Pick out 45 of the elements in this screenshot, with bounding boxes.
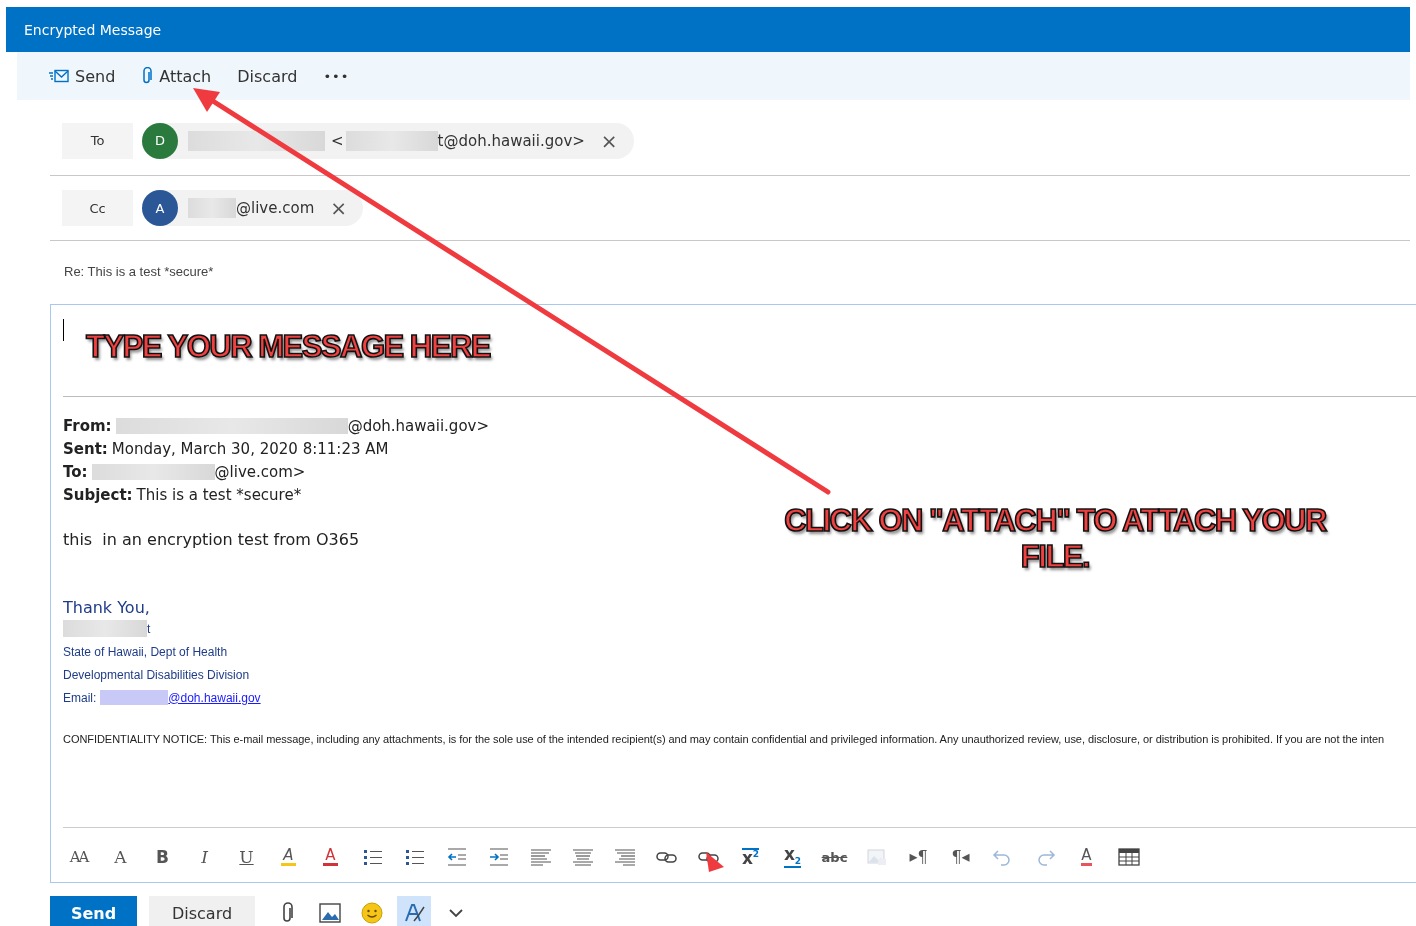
attach-button[interactable]: Attach [141, 62, 224, 90]
signature-label: Email: [63, 690, 97, 705]
annotation-arrow [706, 852, 724, 872]
header-label: From: [63, 416, 112, 435]
text-cursor [63, 319, 64, 341]
recipient-chip[interactable]: D < t@doh.hawaii.gov> × [142, 122, 634, 159]
send-button[interactable]: Send [49, 62, 128, 90]
header-label: Subject: [63, 485, 133, 504]
recipient-chip[interactable]: A @live.com × [142, 190, 363, 226]
remove-button[interactable]: × [328, 196, 349, 220]
header-value: Monday, March 30, 2020 8:11:23 AM [111, 439, 389, 458]
email-address: @live.com [236, 199, 315, 217]
avatar-initial: D [142, 122, 178, 159]
discard-button[interactable]: Discard [237, 62, 310, 90]
header-value: @doh.hawaii.gov> [347, 416, 489, 435]
signature-text: State of Hawaii, Dept of Health [63, 644, 228, 659]
annotation-text: TYPE YOUR MESSAGE HERE [86, 329, 490, 365]
paperclip-icon [141, 67, 154, 85]
annotation-text: CLICK ON "ATTACH" TO ATTACH YOUR FILE. [783, 503, 1328, 575]
message-editor[interactable] [50, 304, 1416, 883]
subject-line: Re: This is a test *secure* [64, 264, 215, 281]
redaction-bar [100, 690, 169, 705]
header-value: This is a test *secure* [136, 485, 302, 504]
email-address: t@doh.hawaii.gov> [437, 131, 585, 150]
discard-button[interactable]: Discard [149, 896, 255, 926]
header-label: Sent: [63, 439, 108, 458]
header-label: To: [63, 462, 88, 481]
recipient-field-button[interactable]: To [62, 122, 133, 159]
confidentiality-notice: CONFIDENTIALITY NOTICE: This e-mail message, including any attachments, is for the sole use of the intended recipient(s) and may contain confidential and privileged information. Any unauthorized review, use, disclosure, or distribution is prohibited. If you are not the inten [63, 733, 1386, 745]
email-link[interactable]: @doh.hawaii.gov [168, 690, 261, 705]
angle-bracket: < [331, 131, 344, 150]
header-value: @live.com> [214, 462, 306, 481]
window-title: Encrypted Message [24, 21, 162, 38]
redaction-bar [188, 198, 236, 218]
message-text: this in an encryption test from O365 [63, 530, 360, 551]
more-button[interactable]: ••• [323, 64, 362, 88]
recipient-field-button[interactable]: Cc [62, 190, 133, 226]
spelling-icon[interactable] [397, 896, 431, 926]
send-button[interactable]: Send [50, 896, 137, 926]
remove-button[interactable]: × [598, 128, 620, 153]
send-icon [49, 69, 69, 83]
signature-closing: Thank You, [63, 598, 151, 617]
avatar-initial: A [142, 190, 178, 226]
signature-text: t [147, 621, 151, 636]
signature-text: Developmental Disabilities Division [63, 667, 250, 682]
